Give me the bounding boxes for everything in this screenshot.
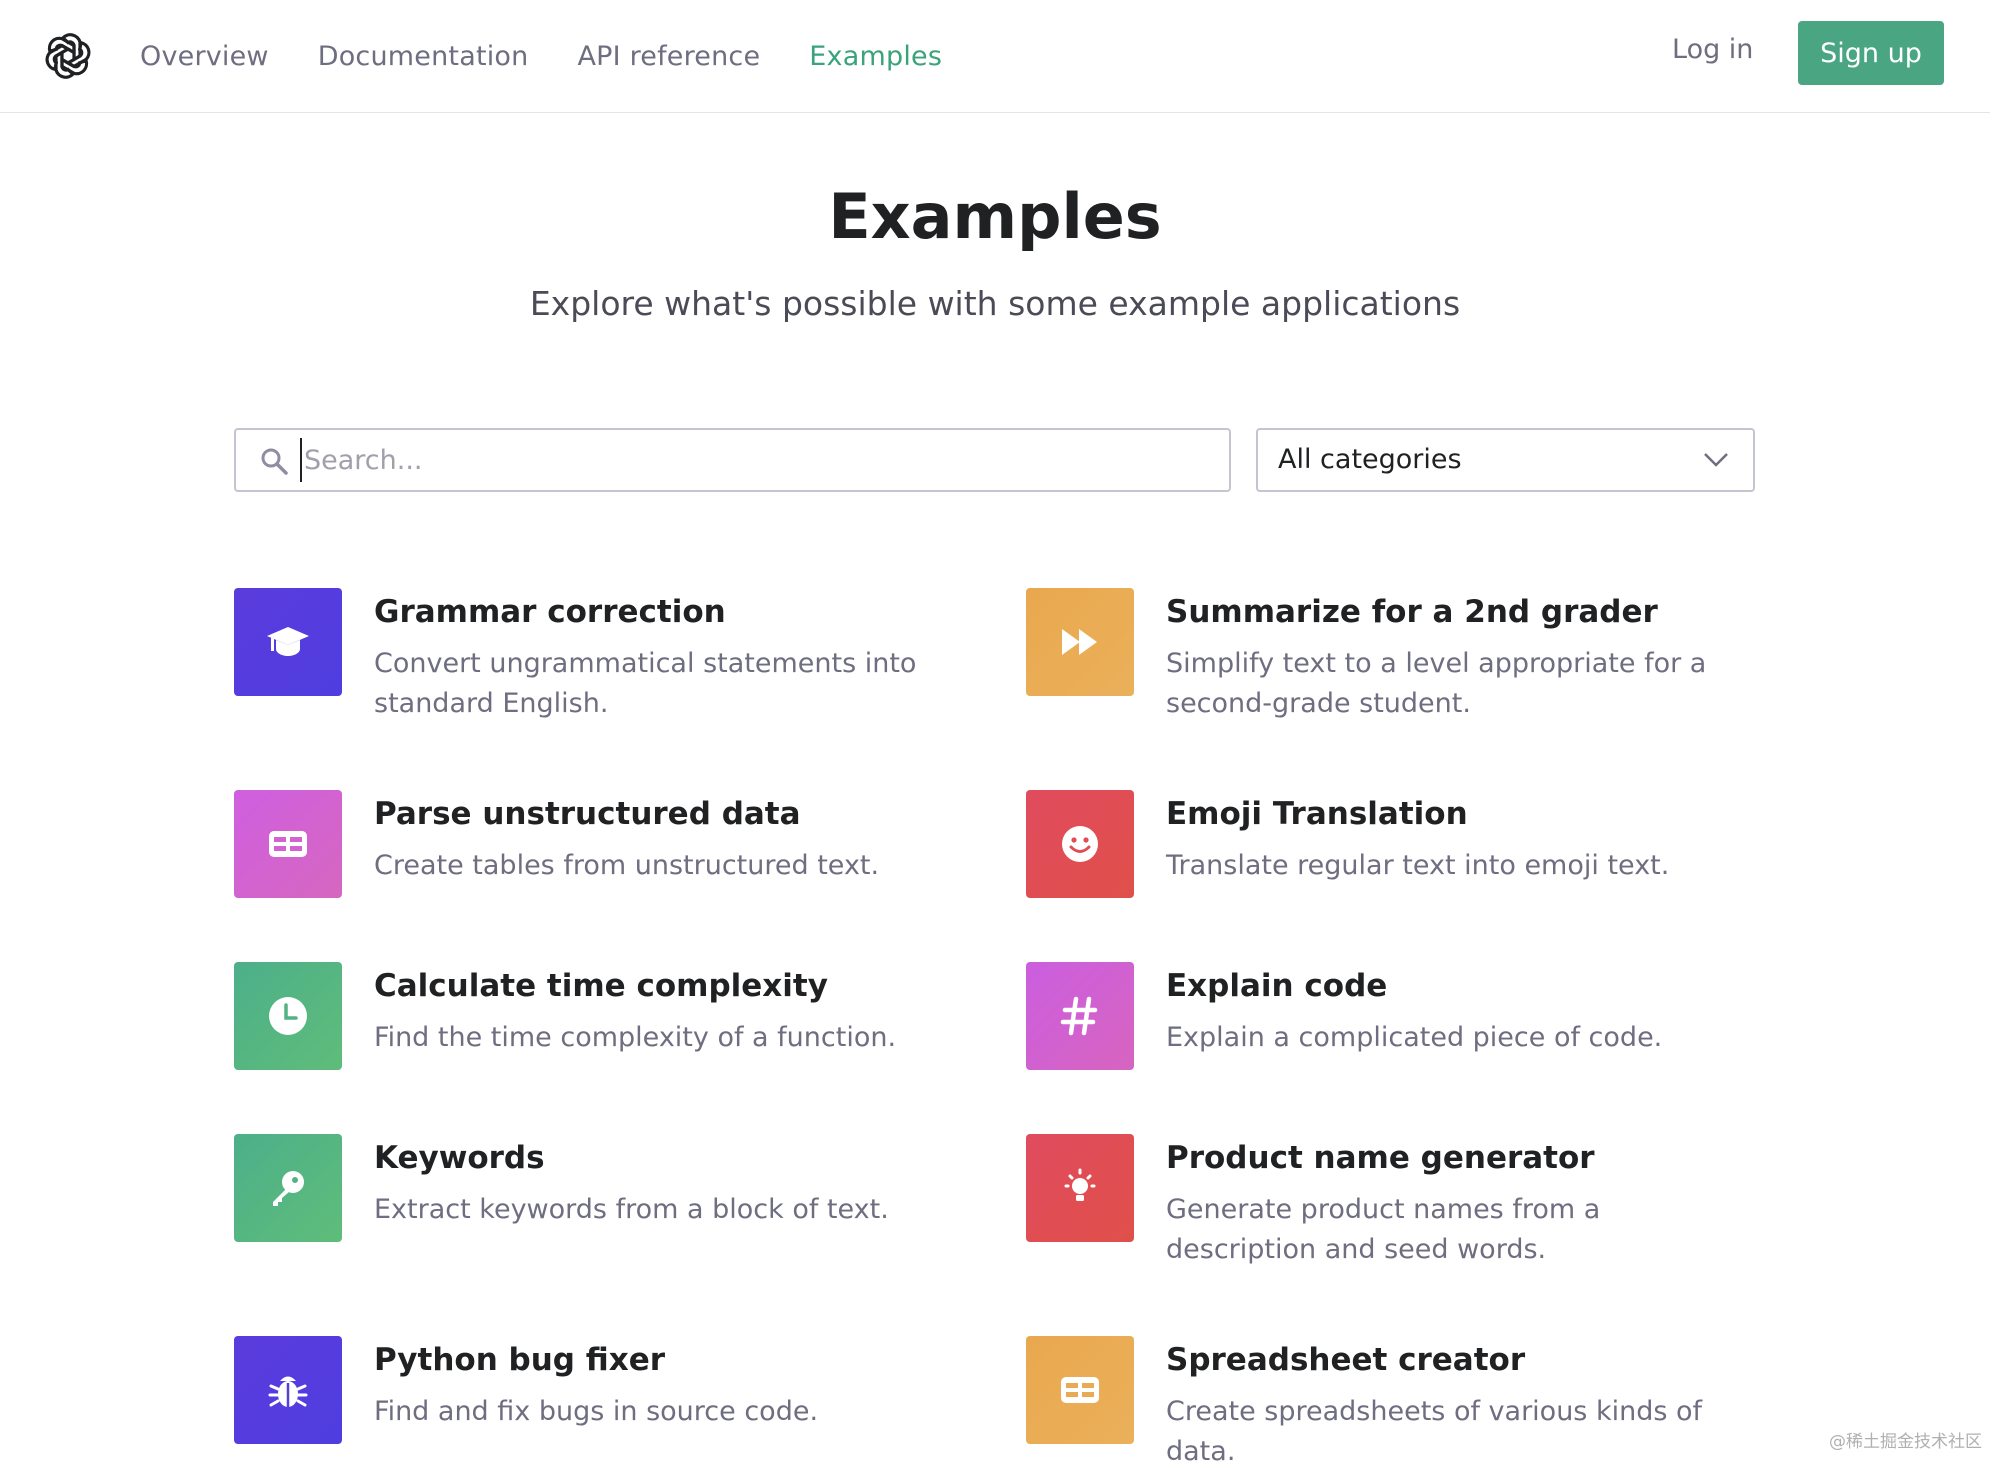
example-title: Emoji Translation [1166,796,1468,832]
key-icon [265,1165,311,1211]
example-description: Convert ungrammatical statements into st… [374,644,954,724]
openai-logo-icon[interactable] [42,30,94,82]
watermark: @稀土掘金技术社区 [1829,1427,1982,1452]
example-tile [234,1134,342,1242]
example-description: Explain a complicated piece of code. [1166,1018,1746,1058]
example-title: Parse unstructured data [374,796,801,832]
hashtag-icon [1057,993,1103,1039]
example-title: Summarize for a 2nd grader [1166,594,1658,630]
example-tile [1026,962,1134,1070]
table-icon [1057,1367,1103,1413]
example-description: Extract keywords from a block of text. [374,1190,954,1230]
smiley-icon [1057,821,1103,867]
nav-api-reference[interactable]: API reference [577,41,760,72]
example-tile [234,962,342,1070]
page-subtitle: Explore what's possible with some exampl… [0,284,1990,323]
example-title: Calculate time complexity [374,968,828,1004]
search-box [234,428,1231,492]
nav-overview[interactable]: Overview [140,41,269,72]
clock-icon [265,993,311,1039]
example-title: Spreadsheet creator [1166,1342,1525,1378]
example-tile [1026,588,1134,696]
search-input[interactable] [300,438,1200,482]
example-description: Create tables from unstructured text. [374,846,954,886]
example-description: Translate regular text into emoji text. [1166,846,1746,886]
example-title: Keywords [374,1140,545,1176]
category-select[interactable]: All categories [1256,428,1755,492]
example-tile [1026,790,1134,898]
graduation-cap-icon [265,619,311,665]
lightbulb-icon [1057,1165,1103,1211]
example-tile [1026,1134,1134,1242]
search-icon [260,447,288,475]
example-tile [234,588,342,696]
login-link[interactable]: Log in [1672,34,1753,65]
example-tile [234,790,342,898]
example-description: Find and fix bugs in source code. [374,1392,954,1432]
chevron-down-icon [1703,450,1729,470]
example-description: Simplify text to a level appropriate for… [1166,644,1746,724]
top-navigation-bar: Overview Documentation API reference Exa… [0,0,1990,113]
example-title: Explain code [1166,968,1387,1004]
example-tile [1026,1336,1134,1444]
example-title: Product name generator [1166,1140,1595,1176]
table-icon [265,821,311,867]
primary-nav: Overview Documentation API reference Exa… [140,0,942,113]
page-title: Examples [0,180,1990,253]
nav-documentation[interactable]: Documentation [318,41,529,72]
example-title: Grammar correction [374,594,726,630]
example-description: Find the time complexity of a function. [374,1018,954,1058]
bug-icon [265,1367,311,1413]
nav-examples[interactable]: Examples [809,41,942,72]
example-description: Create spreadsheets of various kinds of … [1166,1392,1746,1472]
example-tile [234,1336,342,1444]
example-title: Python bug fixer [374,1342,665,1378]
signup-button[interactable]: Sign up [1798,21,1944,85]
example-description: Generate product names from a descriptio… [1166,1190,1746,1270]
fast-forward-icon [1057,619,1103,665]
category-select-value: All categories [1278,444,1462,475]
